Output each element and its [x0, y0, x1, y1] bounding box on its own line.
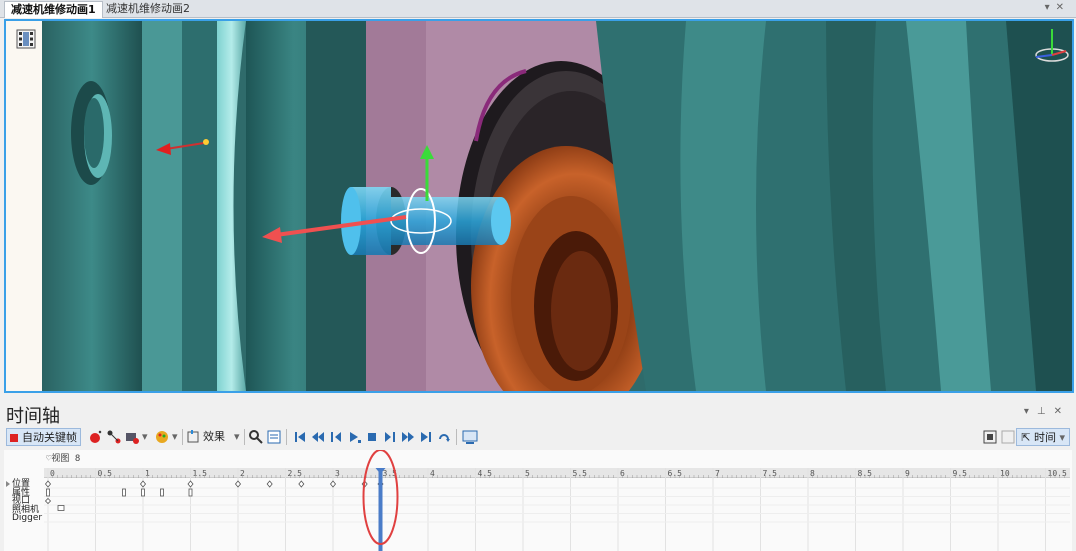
play-icon[interactable]: [346, 429, 362, 445]
fast-forward-icon[interactable]: [400, 429, 416, 445]
node-icon[interactable]: [106, 429, 122, 445]
tab-animation-2[interactable]: 减速机维修动画2: [100, 1, 196, 18]
position-keyframe: [234, 480, 242, 488]
display-settings-icon[interactable]: [462, 429, 478, 445]
film-strip-icon[interactable]: [16, 29, 36, 49]
effect-palette-icon[interactable]: [154, 429, 170, 445]
3d-viewport[interactable]: [4, 19, 1074, 393]
time-mode-button[interactable]: ⇱ 时间 ▾: [1016, 428, 1070, 446]
dropdown-icon[interactable]: ▾: [1024, 406, 1037, 417]
key-settings-icon[interactable]: [248, 429, 264, 445]
property-keyframe: [122, 488, 126, 497]
dropdown-arrow-icon[interactable]: ▾: [234, 428, 240, 446]
position-keyframe: [187, 480, 194, 488]
loop-icon[interactable]: [436, 429, 452, 445]
dropdown-arrow-icon[interactable]: ▾: [172, 428, 178, 446]
property-keyframe: [188, 488, 193, 497]
expand-arrow-icon: [6, 481, 10, 487]
toolbar-separator: [286, 429, 287, 445]
position-keyframe: [298, 480, 305, 488]
property-keyframe: [141, 488, 145, 497]
add-keyframe-icon[interactable]: [88, 429, 104, 445]
toolbar-separator: [456, 429, 457, 445]
close-icon[interactable]: ✕: [1056, 2, 1070, 13]
timeline-title: 时间轴: [6, 406, 60, 427]
step-forward-icon[interactable]: [382, 429, 398, 445]
property-keyframe: [46, 488, 50, 497]
toolbar-separator: [244, 429, 245, 445]
dropdown-arrow-icon[interactable]: ▾: [142, 428, 148, 446]
camera-keyframe: [57, 505, 65, 511]
playhead: [378, 468, 383, 551]
go-to-end-icon[interactable]: [418, 429, 434, 445]
camera-key-icon[interactable]: [124, 429, 140, 445]
ruler-tick-label: 10: [1000, 469, 1010, 478]
viewport-keyframe: [44, 497, 52, 505]
go-to-start-icon[interactable]: [292, 429, 308, 445]
timeline-track-area[interactable]: ♡视图 8 位置 属性 视口 照相机 Digger 0 0.5 1 1.5 2 2.5 3 3…: [4, 450, 1072, 551]
tab-animation-1[interactable]: 减速机维修动画1: [4, 1, 103, 18]
stop-icon[interactable]: [364, 429, 380, 445]
dropdown-icon[interactable]: ▾: [1045, 2, 1056, 13]
pin-icon[interactable]: ⊥: [1037, 406, 1054, 417]
position-keyframe: [139, 480, 147, 488]
position-keyframe: [44, 480, 52, 488]
step-back-icon[interactable]: [328, 429, 344, 445]
effect-icon[interactable]: [186, 429, 202, 445]
rewind-icon[interactable]: [310, 429, 326, 445]
fit-view-icon[interactable]: [982, 429, 998, 445]
document-tab-bar: 减速机维修动画1 减速机维修动画2 ▾✕: [0, 0, 1076, 18]
effect-button[interactable]: 效果: [203, 428, 225, 446]
timeline-toolbar: 自动关键帧 ▾ ▾ 效果 ▾ ⇱ 时间 ▾: [4, 427, 1072, 447]
auto-keyframe-button[interactable]: 自动关键帧: [6, 428, 81, 446]
list-settings-icon[interactable]: [266, 429, 282, 445]
close-icon[interactable]: ✕: [1054, 406, 1070, 417]
cursor-icon: ⇱: [1021, 431, 1031, 444]
scene-render: [6, 21, 1072, 391]
toolbar-separator: [182, 429, 183, 445]
zoom-range-icon[interactable]: [1000, 429, 1016, 445]
position-keyframe: [329, 480, 337, 488]
position-keyframe: [266, 480, 273, 488]
property-keyframe: [160, 488, 164, 497]
record-icon: [10, 434, 18, 442]
timeline-canvas: 0 0.5 1 1.5 2 2.5 3 3.5 4 4.5 5 5.5 6 6.5 7 7.5 8 8.5 9 9.5…: [6, 450, 1070, 551]
